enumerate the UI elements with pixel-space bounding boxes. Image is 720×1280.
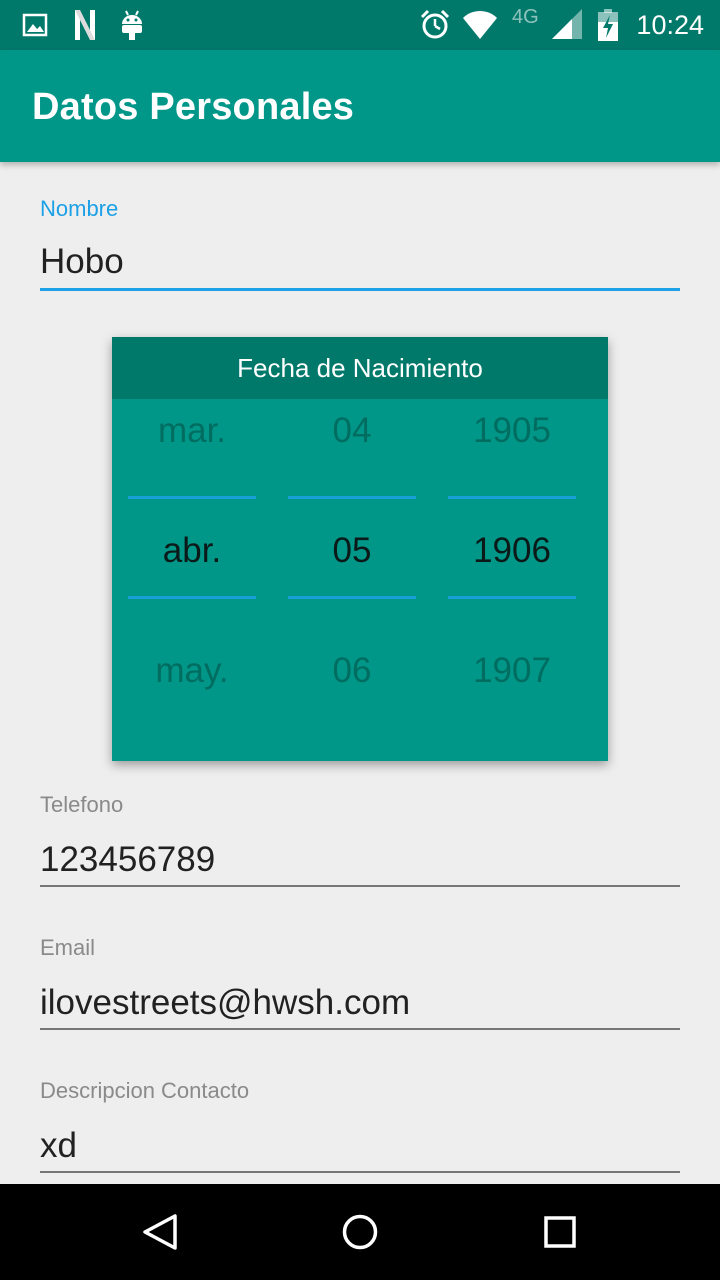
email-label: Email xyxy=(40,935,96,960)
month-divider-top xyxy=(128,496,256,499)
email-input[interactable]: ilovestreets@hwsh.com xyxy=(40,983,410,1023)
day-prev[interactable]: 04 xyxy=(288,411,416,451)
month-spinner[interactable]: mar. abr. may. xyxy=(128,399,256,761)
date-picker: Fecha de Nacimiento mar. abr. may. 04 05… xyxy=(112,337,608,761)
day-selected[interactable]: 05 xyxy=(288,531,416,571)
nombre-field[interactable]: Nombre Hobo xyxy=(40,192,680,294)
nombre-input[interactable]: Hobo xyxy=(40,242,124,282)
gallery-icon xyxy=(22,8,48,42)
navigation-bar xyxy=(0,1184,720,1280)
day-spinner[interactable]: 04 05 06 xyxy=(288,399,416,761)
day-divider-bottom xyxy=(288,596,416,599)
page-title: Datos Personales xyxy=(32,86,355,128)
descripcion-underline xyxy=(40,1171,680,1173)
nombre-underline xyxy=(40,288,680,291)
home-icon[interactable] xyxy=(340,1212,380,1252)
app-bar: Datos Personales xyxy=(0,50,720,162)
year-next[interactable]: 1907 xyxy=(448,651,576,691)
descripcion-input[interactable]: xd xyxy=(40,1126,77,1166)
back-icon[interactable] xyxy=(140,1212,180,1252)
year-selected[interactable]: 1906 xyxy=(448,531,576,571)
month-next[interactable]: may. xyxy=(128,651,256,691)
date-picker-title: Fecha de Nacimiento xyxy=(112,337,608,399)
email-field[interactable]: Email ilovestreets@hwsh.com xyxy=(40,933,680,1033)
wifi-icon xyxy=(462,8,498,42)
alarm-icon xyxy=(420,8,450,42)
telefono-underline xyxy=(40,885,680,887)
android-icon xyxy=(120,8,144,42)
telefono-field[interactable]: Telefono 123456789 xyxy=(40,790,680,890)
month-divider-bottom xyxy=(128,596,256,599)
descripcion-field[interactable]: Descripcion Contacto xd xyxy=(40,1076,680,1176)
year-divider-top xyxy=(448,496,576,499)
descripcion-label: Descripcion Contacto xyxy=(40,1078,250,1103)
battery-charging-icon xyxy=(596,8,620,42)
n-app-icon xyxy=(74,8,96,42)
signal-icon xyxy=(550,8,584,42)
status-time: 10:24 xyxy=(636,10,704,40)
nombre-label: Nombre xyxy=(40,196,119,221)
email-underline xyxy=(40,1028,680,1030)
status-bar: 4G 10:24 xyxy=(0,0,720,50)
telefono-input[interactable]: 123456789 xyxy=(40,840,215,880)
day-divider-top xyxy=(288,496,416,499)
telefono-label: Telefono xyxy=(40,792,124,817)
day-next[interactable]: 06 xyxy=(288,651,416,691)
recents-icon[interactable] xyxy=(540,1212,580,1252)
year-divider-bottom xyxy=(448,596,576,599)
month-prev[interactable]: mar. xyxy=(128,411,256,451)
year-spinner[interactable]: 1905 1906 1907 xyxy=(448,399,576,761)
month-selected[interactable]: abr. xyxy=(128,531,256,571)
network-type: 4G xyxy=(512,6,539,28)
year-prev[interactable]: 1905 xyxy=(448,411,576,451)
